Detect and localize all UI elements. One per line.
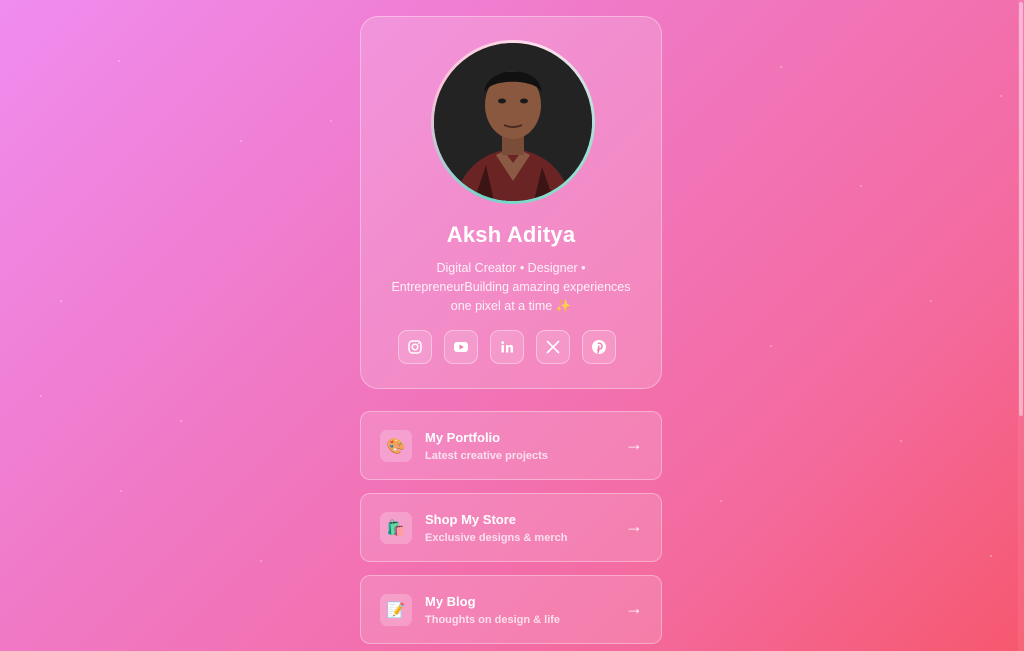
pinterest-icon [592, 340, 606, 354]
profile-bio: Digital Creator • Designer • Entrepreneu… [391, 261, 631, 313]
link-title: Shop My Store [425, 512, 517, 527]
instagram-button[interactable] [398, 330, 432, 364]
link-card-store[interactable]: 🛍️ Shop My Store Exclusive designs & mer… [360, 493, 662, 562]
memo-icon: 📝 [380, 594, 412, 626]
link-subtitle: Thoughts on design & life [425, 614, 561, 626]
social-links [398, 330, 616, 364]
link-subtitle: Latest creative projects [425, 450, 548, 462]
youtube-icon [454, 342, 468, 352]
arrow-right-icon: → [625, 516, 643, 536]
shopping-bag-icon: 🛍️ [380, 512, 412, 544]
arrow-right-icon: → [625, 598, 643, 618]
arrow-right-icon: → [625, 434, 643, 454]
youtube-button[interactable] [444, 330, 478, 364]
link-title: My Blog [425, 594, 476, 609]
pinterest-button[interactable] [582, 330, 616, 364]
avatar [434, 43, 592, 201]
avatar-portrait-image [434, 43, 592, 201]
profile-name: Aksh Aditya [446, 222, 576, 247]
link-title: My Portfolio [425, 430, 501, 445]
scrollbar-thumb[interactable] [1019, 2, 1023, 416]
x-button[interactable] [536, 330, 570, 364]
x-icon [546, 340, 560, 354]
avatar-ring [431, 40, 595, 204]
linkedin-icon [501, 341, 513, 353]
palette-icon: 🎨 [380, 430, 412, 462]
linkedin-button[interactable] [490, 330, 524, 364]
instagram-icon [408, 340, 422, 354]
link-card-blog[interactable]: 📝 My Blog Thoughts on design & life → [360, 575, 662, 644]
link-card-portfolio[interactable]: 🎨 My Portfolio Latest creative projects … [360, 411, 662, 480]
page-scrollbar[interactable] [1018, 0, 1024, 651]
link-subtitle: Exclusive designs & merch [425, 532, 568, 544]
profile-card: Aksh Aditya Digital Creator • Designer •… [360, 16, 662, 389]
